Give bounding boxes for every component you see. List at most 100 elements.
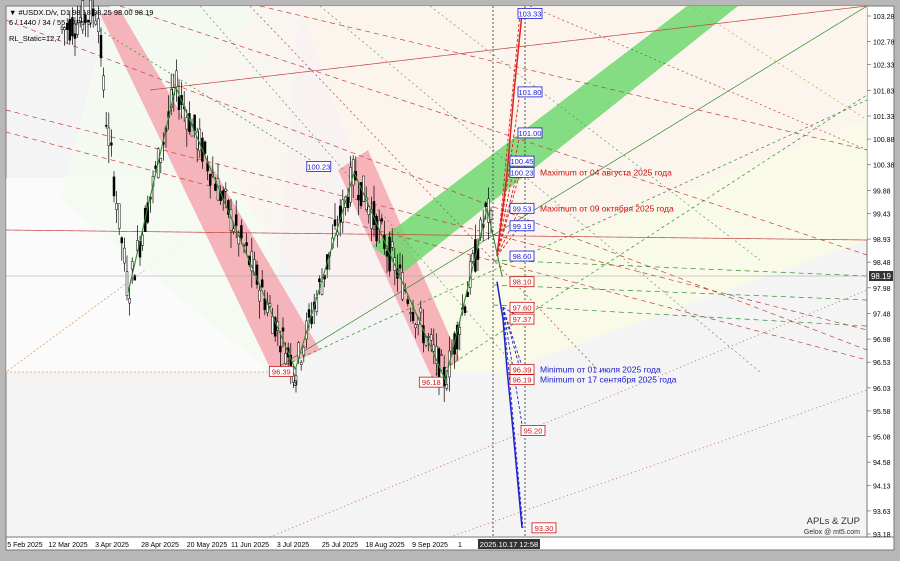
candle-body [232, 228, 235, 232]
price-tick-label: 103.28 [873, 14, 895, 21]
candle-body [281, 327, 285, 332]
candle-body [203, 141, 207, 154]
price-tick-label: 94.58 [873, 460, 891, 467]
watermark-subtitle: Gelox @ mt5.com [804, 529, 860, 536]
candle-body [102, 75, 105, 91]
swing-label-number: 3 [293, 379, 298, 388]
price-tick-label: 100.38 [873, 163, 895, 170]
annotation-text: Maximum от 04 августа 2025 года [540, 167, 672, 177]
candle-body [128, 298, 131, 304]
candle-body [284, 352, 287, 364]
candle-body [414, 324, 417, 329]
candle-body [302, 346, 306, 356]
time-tick-label: 5 Feb 2025 [7, 542, 43, 549]
time-tick-label: 20 May 2025 [187, 542, 228, 549]
candle-body [214, 183, 217, 191]
candle-body [318, 278, 321, 283]
level-label-text: 97.37 [513, 315, 532, 324]
level-label-text: 96.39 [513, 365, 532, 374]
chart-header-symbol: ▼ #USDX.D/v, D1 98.18 98.25 98.00 98.19 [9, 8, 153, 17]
candle-body [268, 303, 272, 307]
candle-body [432, 344, 436, 352]
time-cursor-tag-text: 2025.10.17 12:58 [480, 540, 538, 549]
candle-body [234, 214, 238, 226]
time-axis-panel [5, 536, 895, 551]
level-label-text: 99.53 [513, 204, 532, 213]
candle-body [357, 194, 360, 200]
candle-body [110, 142, 113, 146]
price-tick-label: 102.78 [873, 40, 895, 47]
candle-body [117, 203, 121, 229]
price-tick-label: 96.03 [873, 386, 891, 393]
candle-body [440, 354, 443, 356]
candle-body [104, 125, 108, 127]
level-label-text: 97.60 [513, 303, 532, 312]
price-tick-label: 102.33 [873, 63, 895, 70]
candle-body [427, 336, 430, 338]
time-tick-label: 25 Jul 2025 [322, 542, 358, 549]
candle-body [258, 290, 261, 302]
candle-body [351, 159, 355, 186]
price-tick-label: 93.18 [873, 532, 891, 539]
candle-body [346, 197, 350, 209]
candle-body [390, 241, 394, 248]
level-label-text: 93.30 [535, 524, 554, 533]
swing-label-text: 96.18 [422, 378, 441, 387]
candle-body [63, 27, 66, 31]
candle-body [336, 231, 339, 236]
candle-body [208, 174, 212, 186]
price-tick-label: 97.48 [873, 311, 891, 318]
candle-body [177, 96, 181, 111]
chart-header-params: 6 / 1440 / 34 / 55 / APs 5 [9, 18, 91, 27]
level-label-text: 101.00 [519, 129, 542, 138]
candle-body [406, 299, 410, 304]
price-chart[interactable]: 103.33 101.80 101.00 100.45 100.23 99.53 99.19… [0, 0, 900, 556]
candle-body [463, 306, 467, 313]
price-tick-label: 94.13 [873, 483, 891, 490]
candle-body [185, 117, 189, 130]
candle-body [240, 225, 243, 239]
candle-body [123, 247, 126, 264]
time-tick-label: 9 Sep 2025 [412, 542, 448, 549]
price-tick-label: 98.93 [873, 237, 891, 244]
time-tick-label: 18 Aug 2025 [365, 542, 404, 549]
candle-body [429, 334, 433, 341]
candle-body [484, 202, 488, 207]
candle-body [307, 309, 311, 318]
price-tick-label: 99.43 [873, 211, 891, 218]
candle-body [60, 26, 64, 30]
candle-body [372, 201, 376, 225]
candle-body [333, 219, 337, 227]
candle-body [159, 157, 163, 163]
candle-body [107, 127, 111, 146]
level-label-text: 98.60 [513, 252, 532, 261]
chart-window[interactable]: 103.33 101.80 101.00 100.45 100.23 99.53 99.19… [0, 0, 900, 556]
annotation-text: Maximum от 09 октября 2025 года [540, 203, 674, 213]
candle-body [73, 33, 77, 39]
candle-body [471, 253, 475, 262]
price-tick-label: 95.58 [873, 409, 891, 416]
candle-body [419, 307, 423, 313]
candle-body [380, 218, 384, 222]
level-label-text: 103.33 [519, 9, 542, 18]
price-tick-label: 100.88 [873, 137, 895, 144]
candle-body [362, 175, 365, 202]
level-label-text: 99.19 [513, 222, 532, 231]
level-label-text: 100.23 [511, 168, 534, 177]
candle-body [323, 274, 326, 280]
level-label-text: 100.45 [511, 157, 534, 166]
candle-body [175, 70, 178, 88]
candle-body [401, 272, 404, 300]
annotation-text: Minimum от 01 июля 2025 года [540, 364, 661, 374]
candle-body [97, 18, 100, 32]
price-tick-label: 99.88 [873, 188, 891, 195]
candle-body [279, 345, 282, 353]
candle-body [99, 35, 103, 59]
swing-label-text: 96.39 [272, 367, 291, 376]
candle-body [299, 362, 303, 365]
current-price-tag-text: 98.19 [871, 272, 892, 281]
time-tick-label: 12 Mar 2025 [48, 542, 87, 549]
level-label-text: 95.20 [524, 426, 543, 435]
candle-body [224, 188, 228, 192]
time-tick-label: 1 [458, 542, 462, 549]
